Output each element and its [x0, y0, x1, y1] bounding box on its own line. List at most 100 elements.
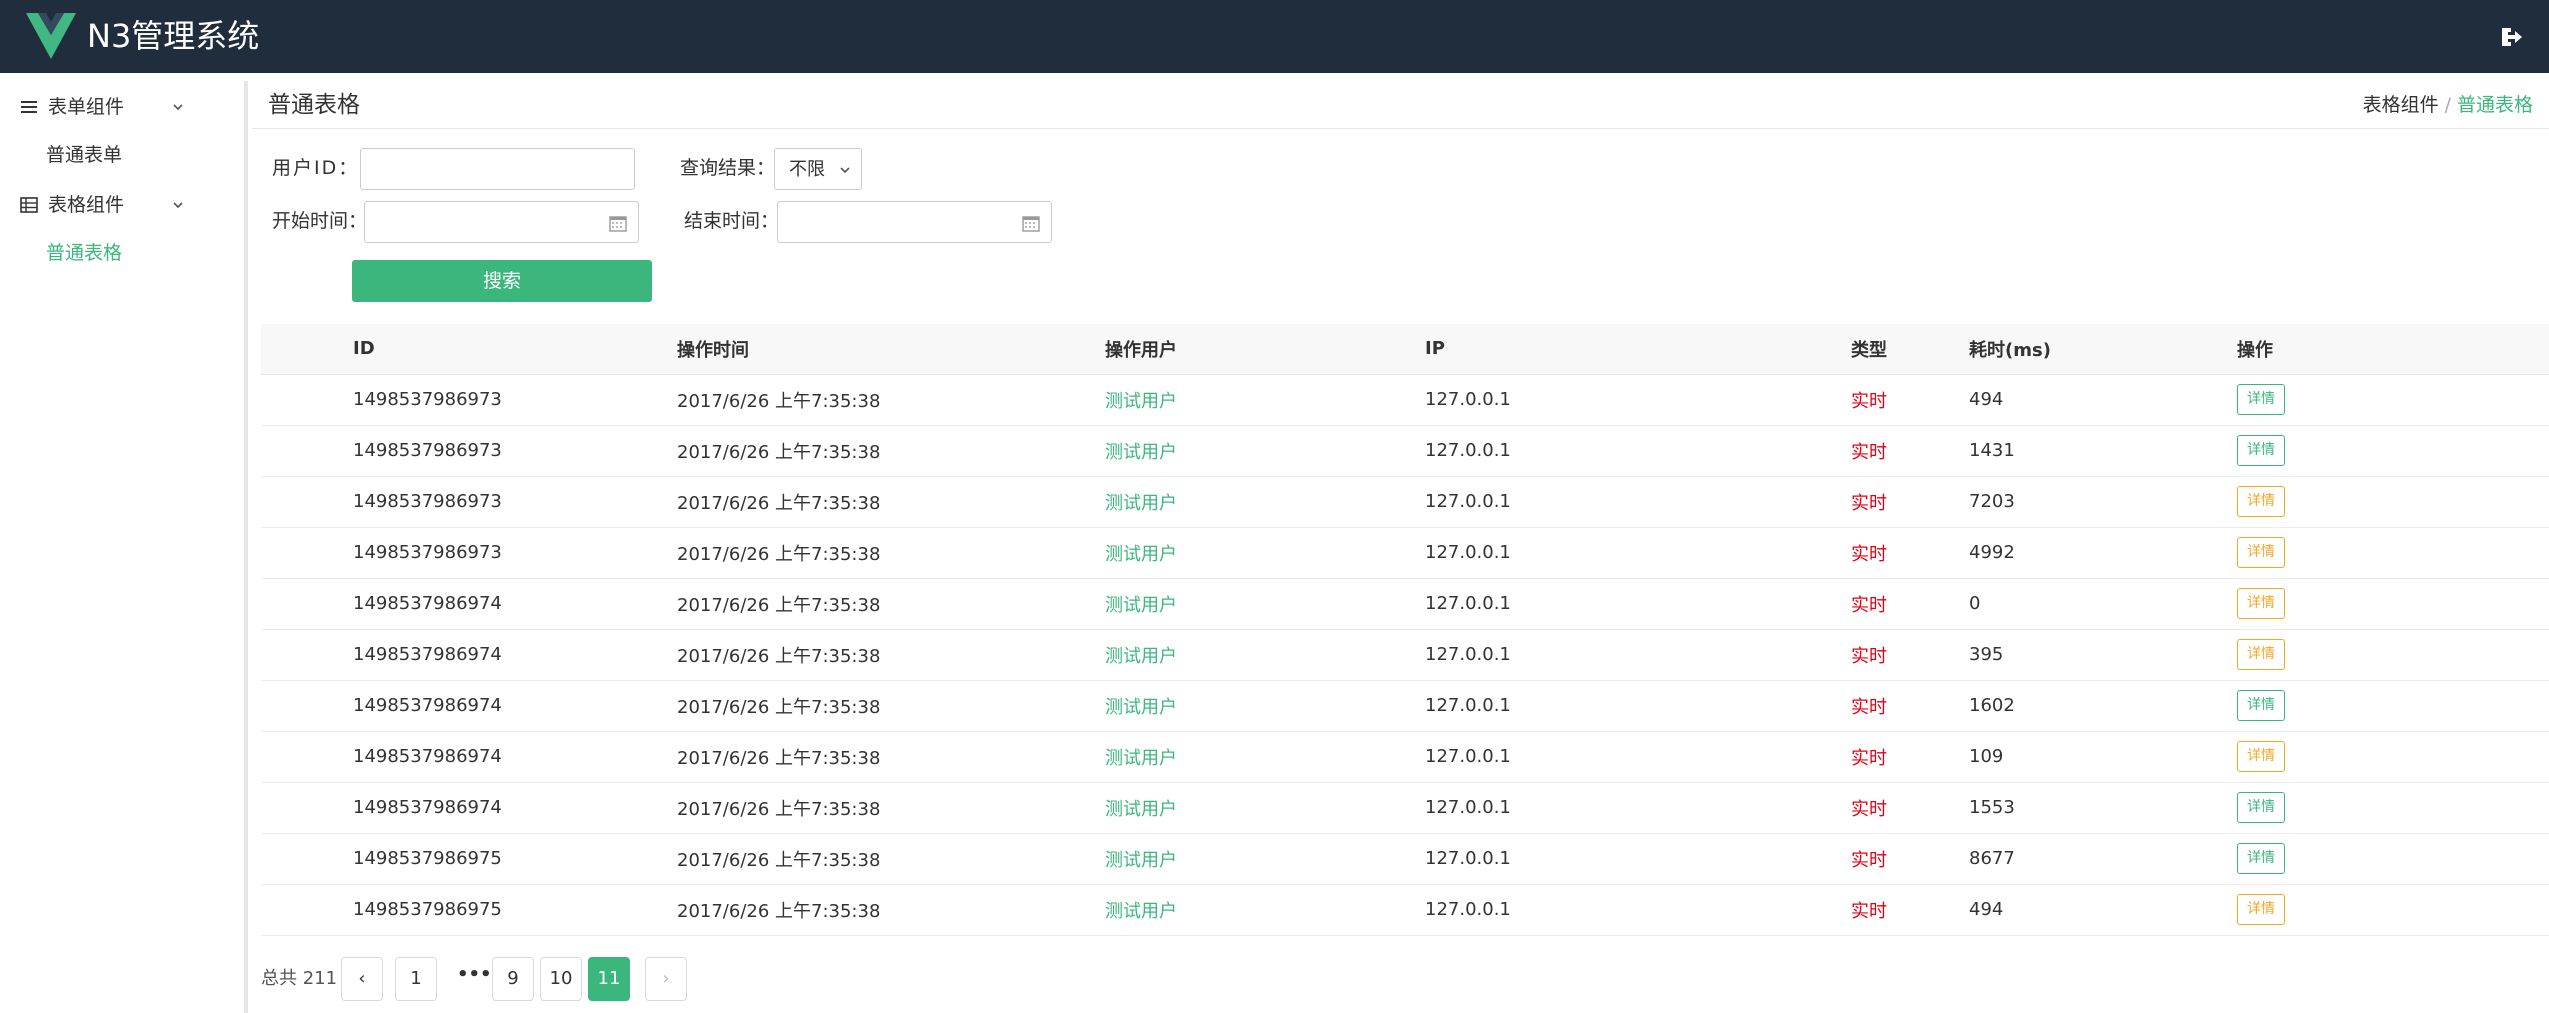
- cell-cost: 1431: [1969, 425, 2237, 477]
- end-time-label: 结束时间：: [684, 210, 780, 232]
- calendar-icon[interactable]: [608, 213, 628, 233]
- cell-time: 2017/6/26 上午7:35:38: [677, 782, 1105, 834]
- logout-icon[interactable]: [2499, 26, 2523, 48]
- cell-id: 1498537986973: [353, 374, 677, 426]
- cell-id: 1498537986973: [353, 527, 677, 579]
- cell-action: 详情: [2237, 731, 2549, 783]
- cell-id: 1498537986973: [353, 425, 677, 477]
- column-header-user: 操作用户: [1105, 324, 1425, 375]
- cell-cost: 395: [1969, 629, 2237, 681]
- cell-type: 实时: [1851, 731, 1969, 783]
- breadcrumb-parent[interactable]: 表格组件: [2363, 94, 2439, 116]
- cell-time: 2017/6/26 上午7:35:38: [677, 476, 1105, 528]
- pagination-page-10[interactable]: 10: [540, 957, 582, 1001]
- row-spacer: [261, 782, 353, 834]
- cell-time: 2017/6/26 上午7:35:38: [677, 425, 1105, 477]
- row-spacer: [261, 527, 353, 579]
- detail-button[interactable]: 详情: [2237, 588, 2285, 619]
- cell-cost: 8677: [1969, 833, 2237, 885]
- title-bar: 普通表格 表格组件 / 普通表格: [252, 81, 2549, 129]
- pagination-page-1[interactable]: 1: [395, 957, 437, 1001]
- cell-id: 1498537986974: [353, 680, 677, 732]
- detail-button[interactable]: 详情: [2237, 792, 2285, 823]
- cell-time: 2017/6/26 上午7:35:38: [677, 629, 1105, 681]
- cell-type: 实时: [1851, 884, 1969, 936]
- cell-action: 详情: [2237, 578, 2549, 630]
- row-spacer: [261, 731, 353, 783]
- cell-time: 2017/6/26 上午7:35:38: [677, 374, 1105, 426]
- cell-cost: 7203: [1969, 476, 2237, 528]
- detail-button[interactable]: 详情: [2237, 639, 2285, 670]
- sidebar-group-table[interactable]: 表格组件: [0, 181, 244, 229]
- cell-ip: 127.0.0.1: [1425, 782, 1851, 834]
- detail-button[interactable]: 详情: [2237, 843, 2285, 874]
- end-time-input[interactable]: [777, 201, 1052, 243]
- cell-time: 2017/6/26 上午7:35:38: [677, 884, 1105, 936]
- pagination-prev-button[interactable]: ‹: [341, 957, 383, 1001]
- table-row: 1498537986974 2017/6/26 上午7:35:38 测试用户 127.…: [261, 731, 2549, 783]
- cell-user: 测试用户: [1105, 374, 1425, 426]
- cell-type: 实时: [1851, 782, 1969, 834]
- column-header-ip: IP: [1425, 324, 1851, 375]
- pagination-page-11[interactable]: 11: [588, 957, 630, 1001]
- detail-button[interactable]: 详情: [2237, 690, 2285, 721]
- top-bar: N3管理系统: [0, 0, 2549, 73]
- detail-button[interactable]: 详情: [2237, 486, 2285, 517]
- table-header-row: ID 操作时间 操作用户 IP 类型 耗时(ms) 操作: [261, 324, 2549, 375]
- cell-ip: 127.0.0.1: [1425, 629, 1851, 681]
- start-time-input[interactable]: [364, 201, 639, 243]
- cell-id: 1498537986975: [353, 833, 677, 885]
- cell-user: 测试用户: [1105, 731, 1425, 783]
- cell-ip: 127.0.0.1: [1425, 476, 1851, 528]
- cell-id: 1498537986974: [353, 578, 677, 630]
- sidebar-item-table[interactable]: 普通表格: [46, 240, 122, 266]
- table-row: 1498537986974 2017/6/26 上午7:35:38 测试用户 127.…: [261, 629, 2549, 681]
- cell-action: 详情: [2237, 425, 2549, 477]
- cell-type: 实时: [1851, 680, 1969, 732]
- sidebar-group-label: 表格组件: [48, 194, 125, 216]
- cell-action: 详情: [2237, 884, 2549, 936]
- cell-id: 1498537986975: [353, 884, 677, 936]
- detail-button[interactable]: 详情: [2237, 537, 2285, 568]
- pagination-total: 总共 211: [261, 968, 338, 989]
- row-spacer: [261, 425, 353, 477]
- chevron-down-icon: [840, 167, 850, 174]
- pagination-page-9[interactable]: 9: [492, 957, 534, 1001]
- cell-action: 详情: [2237, 527, 2549, 579]
- result-select[interactable]: 不限: [774, 148, 862, 190]
- cell-cost: 4992: [1969, 527, 2237, 579]
- table-row: 1498537986975 2017/6/26 上午7:35:38 测试用户 127.…: [261, 833, 2549, 885]
- pagination-ellipsis[interactable]: •••: [457, 963, 492, 987]
- cell-cost: 109: [1969, 731, 2237, 783]
- cell-cost: 1553: [1969, 782, 2237, 834]
- table-icon: [20, 197, 38, 213]
- pagination-next-button[interactable]: ›: [645, 957, 687, 1001]
- result-label: 查询结果：: [680, 157, 776, 179]
- detail-button[interactable]: 详情: [2237, 894, 2285, 925]
- user-id-input[interactable]: [360, 148, 635, 190]
- column-header-type: 类型: [1851, 324, 1969, 375]
- cell-ip: 127.0.0.1: [1425, 680, 1851, 732]
- table-row: 1498537986973 2017/6/26 上午7:35:38 测试用户 127.…: [261, 527, 2549, 579]
- row-spacer: [261, 884, 353, 936]
- cell-time: 2017/6/26 上午7:35:38: [677, 527, 1105, 579]
- cell-user: 测试用户: [1105, 884, 1425, 936]
- cell-action: 详情: [2237, 782, 2549, 834]
- calendar-icon[interactable]: [1021, 213, 1041, 233]
- cell-cost: 0: [1969, 578, 2237, 630]
- chevron-down-icon: [173, 202, 183, 209]
- sidebar-item-form[interactable]: 普通表单: [46, 142, 122, 168]
- cell-ip: 127.0.0.1: [1425, 884, 1851, 936]
- search-button[interactable]: 搜索: [352, 260, 652, 302]
- cell-type: 实时: [1851, 476, 1969, 528]
- data-table: ID 操作时间 操作用户 IP 类型 耗时(ms) 操作 14985379869…: [261, 324, 2549, 936]
- cell-ip: 127.0.0.1: [1425, 578, 1851, 630]
- detail-button[interactable]: 详情: [2237, 384, 2285, 415]
- breadcrumb: 表格组件 / 普通表格: [2363, 93, 2533, 117]
- detail-button[interactable]: 详情: [2237, 435, 2285, 466]
- sidebar-group-form[interactable]: 表单组件: [0, 83, 244, 131]
- cell-type: 实时: [1851, 833, 1969, 885]
- cell-user: 测试用户: [1105, 425, 1425, 477]
- detail-button[interactable]: 详情: [2237, 741, 2285, 772]
- vue-logo-icon: [26, 13, 76, 59]
